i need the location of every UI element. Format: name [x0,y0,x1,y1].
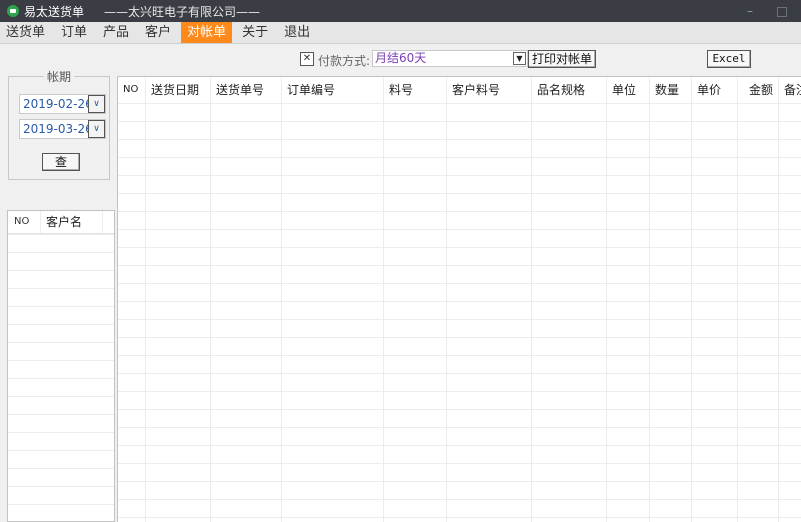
column-header-product-spec[interactable]: 品名规格 [532,77,607,103]
export-excel-button[interactable]: Excel [707,50,751,68]
menu-item-delivery[interactable]: 送货单 [0,22,51,43]
company-name: ——太兴旺电子有限公司—— [104,4,261,19]
column-header-part-number[interactable]: 料号 [384,77,447,103]
chevron-down-icon[interactable]: ▼ [513,52,526,65]
customer-table-header: NO 客户名 [8,211,114,234]
column-header-amount[interactable]: 金额 [738,77,779,103]
menu-item-products[interactable]: 产品 [97,22,135,43]
query-button[interactable]: 查 [42,153,80,171]
column-divider [210,103,211,522]
customer-table-body[interactable] [8,234,114,521]
payment-method-value: 月结60天 [375,51,427,65]
column-divider [281,103,282,522]
start-date-picker[interactable]: 2019-02-26 ∨ [19,94,106,114]
column-header-delivery-number[interactable]: 送货单号 [211,77,282,103]
chevron-down-icon[interactable]: ∨ [88,95,105,113]
end-date-value: 2019-03-26 [23,122,93,136]
column-divider [606,103,607,522]
toolbar: ✕ 付款方式: 月结60天 ▼ 打印对帐单 Excel [0,43,801,73]
column-divider [383,103,384,522]
chevron-down-icon[interactable]: ∨ [88,120,105,138]
menu-item-exit[interactable]: 退出 [278,22,316,43]
column-divider [531,103,532,522]
column-divider [446,103,447,522]
menu-item-statement[interactable]: 对帐单 [181,22,233,43]
app-title: 易太送货单 [24,4,85,19]
column-header-no[interactable]: NO [118,77,146,103]
column-divider [691,103,692,522]
menu-item-about[interactable]: 关于 [236,22,274,43]
column-header-unit[interactable]: 单位 [607,77,650,103]
minimize-button[interactable]: – [742,3,758,19]
column-header-delivery-date[interactable]: 送货日期 [146,77,211,103]
menu-item-orders[interactable]: 订单 [55,22,93,43]
end-date-picker[interactable]: 2019-03-26 ∨ [19,119,106,139]
payment-method-label: 付款方式: [318,54,371,68]
column-header-order-number[interactable]: 订单编号 [282,77,384,103]
column-header-quantity[interactable]: 数量 [650,77,692,103]
start-date-value: 2019-02-26 [23,97,93,111]
payment-filter-checkbox[interactable]: ✕ [300,52,314,66]
column-header-customer-part-number[interactable]: 客户料号 [447,77,532,103]
column-divider [778,103,779,522]
column-header-unit-price[interactable]: 单价 [692,77,738,103]
title-bar: 易太送货单 ——太兴旺电子有限公司—— – [0,0,801,22]
app-logo-icon [7,5,19,17]
print-statement-button[interactable]: 打印对帐单 [528,50,596,68]
column-divider [649,103,650,522]
column-header-no[interactable]: NO [8,211,41,233]
column-divider [145,103,146,522]
menu-item-customers[interactable]: 客户 [139,22,177,43]
payment-method-select[interactable]: 月结60天 ▼ [372,50,528,67]
statement-table[interactable]: NO 送货日期 送货单号 订单编号 料号 客户料号 品名规格 单位 数量 单价 … [117,76,801,522]
menu-bar: 送货单 订单 产品 客户 对帐单 关于 退出 [0,22,801,44]
maximize-button[interactable] [774,3,790,19]
statement-table-header: NO 送货日期 送货单号 订单编号 料号 客户料号 品名规格 单位 数量 单价 … [118,77,801,103]
customer-table[interactable]: NO 客户名 [7,210,115,522]
period-legend: 帐期 [44,68,75,85]
column-header-remarks[interactable]: 备注 [779,77,801,103]
column-divider [737,103,738,522]
column-header-customer-name[interactable]: 客户名 [41,211,103,233]
statement-table-body[interactable] [118,103,801,522]
